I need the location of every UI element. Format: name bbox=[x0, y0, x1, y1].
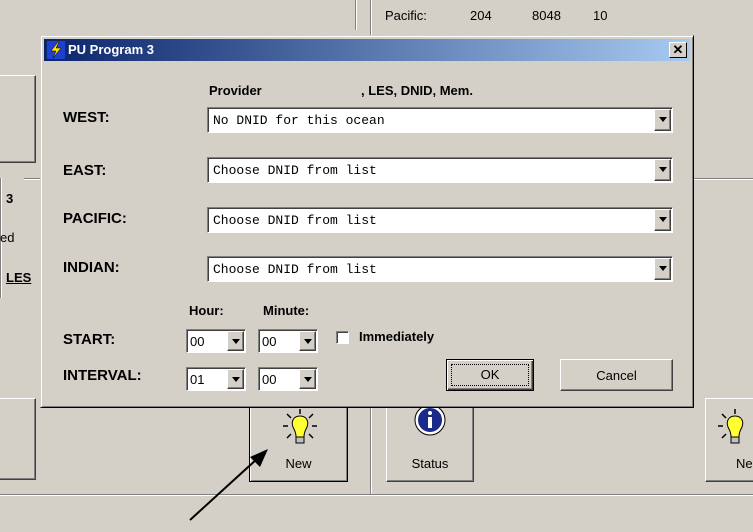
east-select-value: Choose DNID from list bbox=[213, 163, 377, 178]
les-dnid-header: , LES, DNID, Mem. bbox=[361, 83, 473, 98]
interval-hour-value: 01 bbox=[190, 372, 205, 387]
divider bbox=[0, 494, 753, 496]
start-minute-select[interactable]: 00 bbox=[258, 329, 318, 353]
dialog-title: PU Program 3 bbox=[68, 42, 154, 57]
pacific-select-value: Choose DNID from list bbox=[213, 213, 377, 228]
status-button[interactable]: Status bbox=[386, 398, 474, 482]
lightning-icon bbox=[47, 41, 65, 59]
new-button-right-label: Ne bbox=[736, 456, 753, 471]
east-select[interactable]: Choose DNID from list bbox=[207, 157, 673, 183]
status-button-label: Status bbox=[411, 456, 449, 471]
immediately-label[interactable]: Immediately bbox=[359, 329, 434, 344]
chevron-down-icon[interactable] bbox=[654, 109, 671, 131]
chevron-down-icon[interactable] bbox=[299, 369, 316, 389]
start-label: START: bbox=[63, 331, 116, 348]
chevron-down-icon[interactable] bbox=[654, 209, 671, 231]
immediately-checkbox[interactable] bbox=[336, 331, 349, 344]
pacific-select[interactable]: Choose DNID from list bbox=[207, 207, 673, 233]
divider bbox=[24, 178, 40, 180]
west-label: WEST: bbox=[63, 109, 110, 126]
west-select[interactable]: No DNID for this ocean bbox=[207, 107, 673, 133]
mem-value: 10 bbox=[593, 8, 608, 23]
chevron-down-icon[interactable] bbox=[227, 369, 244, 389]
interval-minute-select[interactable]: 00 bbox=[258, 367, 318, 391]
indian-select-value: Choose DNID from list bbox=[213, 262, 377, 277]
minute-label: Minute: bbox=[263, 303, 310, 318]
indian-label: INDIAN: bbox=[63, 259, 120, 276]
ok-button-label: OK bbox=[480, 367, 500, 382]
start-minute-value: 00 bbox=[262, 334, 277, 349]
start-hour-value: 00 bbox=[190, 334, 205, 349]
cancel-button-label: Cancel bbox=[596, 368, 637, 383]
indian-select[interactable]: Choose DNID from list bbox=[207, 256, 673, 282]
bg-text-fragment: ed bbox=[0, 230, 15, 245]
info-icon bbox=[414, 404, 446, 436]
cancel-button[interactable]: Cancel bbox=[560, 359, 673, 391]
hour-label: Hour: bbox=[189, 303, 224, 318]
bg-left-button[interactable] bbox=[0, 75, 36, 163]
ok-button[interactable]: OK bbox=[446, 359, 534, 391]
status-row: Pacific: bbox=[385, 8, 427, 23]
bg-left-button-2[interactable] bbox=[0, 398, 36, 480]
pu-program-dialog: PU Program 3 ✕ Provider , LES, DNID, Mem… bbox=[40, 35, 694, 408]
pointer-arrow-icon bbox=[189, 449, 268, 521]
east-label: EAST: bbox=[63, 162, 107, 179]
lightbulb-icon bbox=[718, 409, 744, 444]
lightbulb-icon bbox=[283, 409, 317, 444]
title-bar[interactable]: PU Program 3 ✕ bbox=[44, 39, 690, 61]
provider-header: Provider bbox=[209, 83, 262, 98]
dnid-value: 8048 bbox=[532, 8, 561, 23]
bg-number: 3 bbox=[6, 191, 14, 206]
interval-label: INTERVAL: bbox=[63, 367, 142, 384]
close-icon: ✕ bbox=[672, 42, 684, 57]
chevron-down-icon[interactable] bbox=[654, 159, 671, 181]
interval-hour-select[interactable]: 01 bbox=[186, 367, 246, 391]
close-button[interactable]: ✕ bbox=[669, 42, 687, 58]
start-hour-select[interactable]: 00 bbox=[186, 329, 246, 353]
chevron-down-icon[interactable] bbox=[299, 331, 316, 351]
divider bbox=[355, 0, 357, 30]
les-value: 204 bbox=[470, 8, 492, 23]
pacific-label: PACIFIC: bbox=[63, 210, 127, 227]
new-button-right[interactable]: Ne bbox=[705, 398, 753, 482]
interval-minute-value: 00 bbox=[262, 372, 277, 387]
bg-les-label: LES bbox=[6, 270, 32, 285]
ocean-name: Pacific: bbox=[385, 8, 427, 23]
west-select-value: No DNID for this ocean bbox=[213, 113, 385, 128]
chevron-down-icon[interactable] bbox=[227, 331, 244, 351]
chevron-down-icon[interactable] bbox=[654, 258, 671, 280]
